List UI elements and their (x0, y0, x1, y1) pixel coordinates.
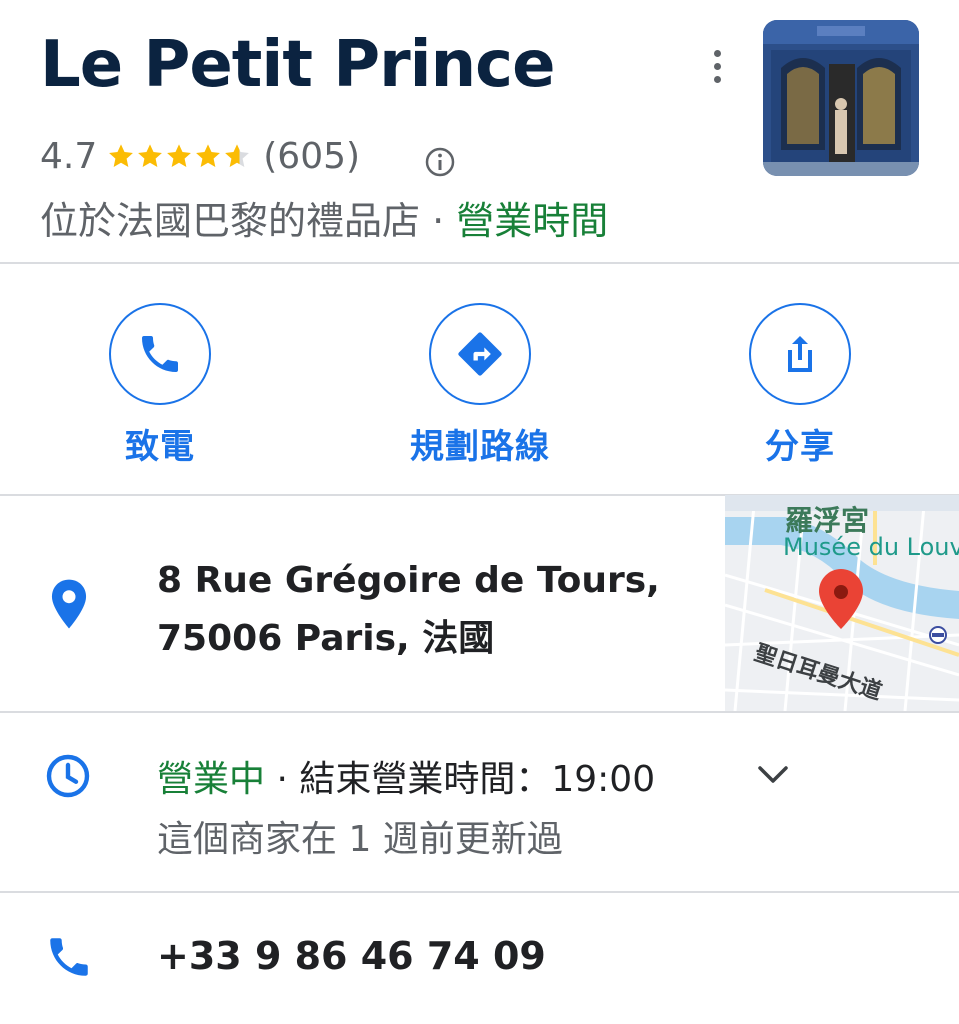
review-count: (605) (263, 135, 361, 177)
phone-number[interactable]: +33 9 86 46 74 09 (157, 934, 546, 978)
chevron-down-icon[interactable] (755, 760, 791, 790)
hours-updated-note: 這個商家在 1 週前更新過 (157, 819, 563, 860)
star-icon (138, 144, 163, 167)
directions-label: 規劃路線 (410, 427, 550, 467)
place-header: Le Petit Prince 4.7 (605) 位於法國巴黎的禮品店 · 營… (0, 0, 959, 263)
call-action[interactable]: 致電 (60, 303, 260, 468)
clock-icon (46, 754, 90, 798)
star-icon (196, 144, 221, 167)
share-icon (788, 336, 812, 372)
directions-button[interactable] (429, 303, 531, 405)
share-button[interactable] (749, 303, 851, 405)
star-rating (107, 142, 251, 170)
divider (0, 891, 959, 893)
phone-icon (142, 336, 178, 372)
directions-icon (458, 332, 502, 376)
map-label-louvre-en: Musée du Louv (783, 533, 959, 561)
category-row: 位於法國巴黎的禮品店 · 營業時間 (40, 190, 608, 245)
place-category: 位於法國巴黎的禮品店 (40, 199, 421, 243)
open-status: 營業中 (157, 759, 266, 800)
place-photo[interactable] (763, 20, 919, 176)
location-pin-icon (51, 579, 87, 629)
separator: · (420, 199, 457, 243)
info-icon[interactable] (424, 146, 456, 178)
divider (0, 262, 959, 264)
closing-time: · 結束營業時間：19:00 (265, 759, 656, 800)
hours-status-row[interactable]: 營業中 · 結束營業時間：19:00 (157, 750, 655, 802)
half-star-icon (225, 144, 250, 167)
more-options-button[interactable] (700, 44, 734, 88)
rating-row[interactable]: 4.7 (605) (40, 132, 360, 180)
phone-icon (50, 938, 88, 976)
share-label: 分享 (765, 427, 835, 467)
rating-value: 4.7 (40, 135, 98, 177)
call-button[interactable] (109, 303, 211, 405)
place-title: Le Petit Prince (40, 28, 555, 102)
address-text[interactable]: 8 Rue Grégoire de Tours, 75006 Paris, 法國 (157, 552, 660, 668)
more-vert-icon (713, 49, 721, 57)
hours-link[interactable]: 營業時間 (456, 199, 608, 243)
directions-action[interactable]: 規劃路線 (380, 303, 580, 468)
divider (0, 711, 959, 713)
star-icon (167, 144, 192, 167)
address-line-1: 8 Rue Grégoire de Tours, (157, 560, 660, 601)
share-action[interactable]: 分享 (700, 303, 900, 468)
address-line-2: 75006 Paris, 法國 (157, 618, 495, 659)
map-thumbnail[interactable]: 羅浮宮 Musée du Louv 聖日耳曼大道 (725, 495, 959, 711)
call-label: 致電 (125, 427, 195, 467)
star-icon (109, 144, 134, 167)
storefront-image (763, 20, 919, 176)
